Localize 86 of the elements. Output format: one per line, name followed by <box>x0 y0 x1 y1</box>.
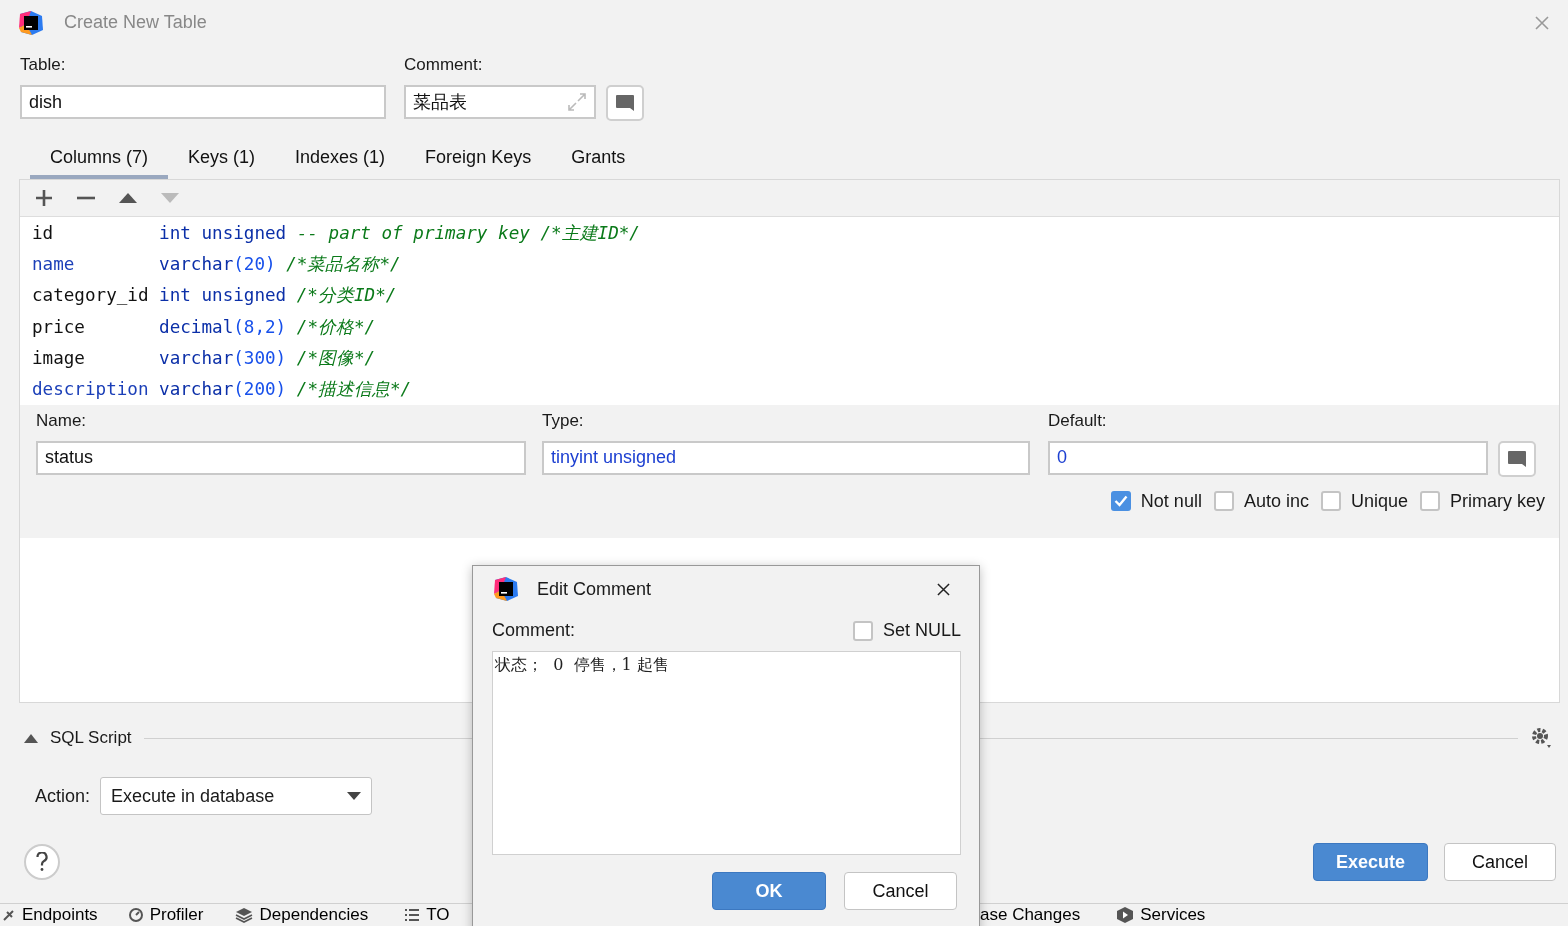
gauge-icon <box>127 907 144 923</box>
tool-window-tab[interactable]: TO <box>404 905 450 925</box>
question-mark-icon <box>36 852 48 872</box>
checkbox-label: Unique <box>1350 490 1408 512</box>
type-size: (8,2) <box>233 316 287 337</box>
dialog-title: Edit Comment <box>537 578 653 600</box>
field-label: Name: <box>36 410 88 431</box>
column-name: name <box>32 253 76 274</box>
tab[interactable]: Foreign Keys <box>405 141 552 179</box>
edit-comment-button[interactable] <box>606 85 644 121</box>
section-title: SQL Script <box>50 728 132 748</box>
table-name-field[interactable]: dish <box>20 85 386 119</box>
close-icon <box>936 582 950 596</box>
triangle-up-icon[interactable] <box>24 733 38 743</box>
triangle-down-icon <box>161 193 179 203</box>
type-size: (200) <box>233 379 287 400</box>
tool-window-tab[interactable]: Endpoints <box>2 905 98 925</box>
field-label: Comment: <box>492 620 576 641</box>
triangle-up-icon <box>119 193 137 203</box>
column-type: varchar <box>159 253 234 274</box>
column-name: description <box>32 379 150 400</box>
tab[interactable]: Indexes (1) <box>275 141 406 179</box>
checkbox-label: Primary key <box>1450 490 1545 512</box>
tab[interactable]: Grants <box>551 141 646 179</box>
column-name: price <box>32 316 86 337</box>
tool-window-tab[interactable]: Services <box>1116 905 1206 925</box>
checkbox[interactable] <box>1110 491 1131 512</box>
checkbox[interactable] <box>1420 491 1440 512</box>
checkbox-label: Set NULL <box>882 620 961 641</box>
app-logo-icon <box>493 576 519 602</box>
column-type-field[interactable]: tinyint unsigned <box>542 440 1030 475</box>
list-icon <box>404 908 421 922</box>
checkbox-label: Auto inc <box>1243 490 1309 512</box>
type-size: (20) <box>233 253 276 274</box>
endpoints-icon <box>2 908 16 922</box>
comment-icon <box>615 94 635 112</box>
column-type: varchar <box>159 347 234 368</box>
tool-window-tab[interactable]: Dependencies <box>235 905 369 925</box>
plus-icon <box>35 189 53 207</box>
column-name: image <box>32 347 86 368</box>
help-button[interactable] <box>24 844 60 880</box>
field-label: Type: <box>542 410 585 431</box>
checkbox[interactable] <box>852 620 873 641</box>
default-value-field[interactable]: 0 <box>1048 440 1488 475</box>
expand-icon <box>567 92 587 112</box>
close-icon <box>1535 15 1549 30</box>
dialog-button[interactable]: Execute <box>1313 843 1428 881</box>
column-comment: /*菜品名称*/ <box>286 252 401 276</box>
caret-icon <box>347 792 362 800</box>
column-comment: /*描述信息*/ <box>296 378 412 402</box>
dialog-button[interactable]: Cancel <box>1444 843 1556 881</box>
dialog-button[interactable]: OK <box>712 872 826 910</box>
tool-window-tab[interactable]: ase Changes <box>980 905 1081 925</box>
settings-icon[interactable] <box>1530 726 1554 750</box>
column-comment: /*价格*/ <box>296 315 376 339</box>
column-type: int unsigned <box>159 285 287 306</box>
action-dropdown[interactable]: Execute in database <box>100 777 373 815</box>
column-type: int unsigned <box>159 222 287 243</box>
window-title: Create New Table <box>64 12 208 33</box>
comment-icon <box>1507 449 1527 468</box>
column-comment: /*图像*/ <box>296 346 376 370</box>
checkbox-label: Not null <box>1140 490 1202 512</box>
column-type: varchar <box>159 379 234 400</box>
column-name: category_id <box>32 285 150 306</box>
field-label: Table: <box>20 55 67 75</box>
column-comment: -- part of primary key /*主建ID*/ <box>296 221 640 245</box>
field-label: Comment: <box>404 55 484 75</box>
minus-icon <box>77 196 95 200</box>
field-label: Action: <box>35 785 91 807</box>
checkbox[interactable] <box>1320 491 1341 512</box>
checkbox[interactable] <box>1213 491 1234 512</box>
tool-window-tab[interactable]: Profiler <box>127 905 204 925</box>
edit-comment-button[interactable] <box>1498 440 1536 477</box>
tab[interactable]: Keys (1) <box>168 141 276 179</box>
comment-field[interactable]: 菜品表 <box>404 85 596 119</box>
type-size: (300) <box>233 347 287 368</box>
column-type: decimal <box>159 316 234 337</box>
play-icon <box>1116 906 1135 924</box>
comment-text-area[interactable]: 状态； 0 停售，1 起售 <box>492 651 961 855</box>
dialog-button[interactable]: Cancel <box>844 872 957 910</box>
field-label: Default: <box>1048 410 1108 431</box>
layers-icon <box>235 907 254 923</box>
column-name: id <box>32 222 55 243</box>
column-name-field[interactable]: status <box>36 440 526 475</box>
column-comment: /*分类ID*/ <box>296 284 397 308</box>
app-logo-icon <box>18 9 44 36</box>
